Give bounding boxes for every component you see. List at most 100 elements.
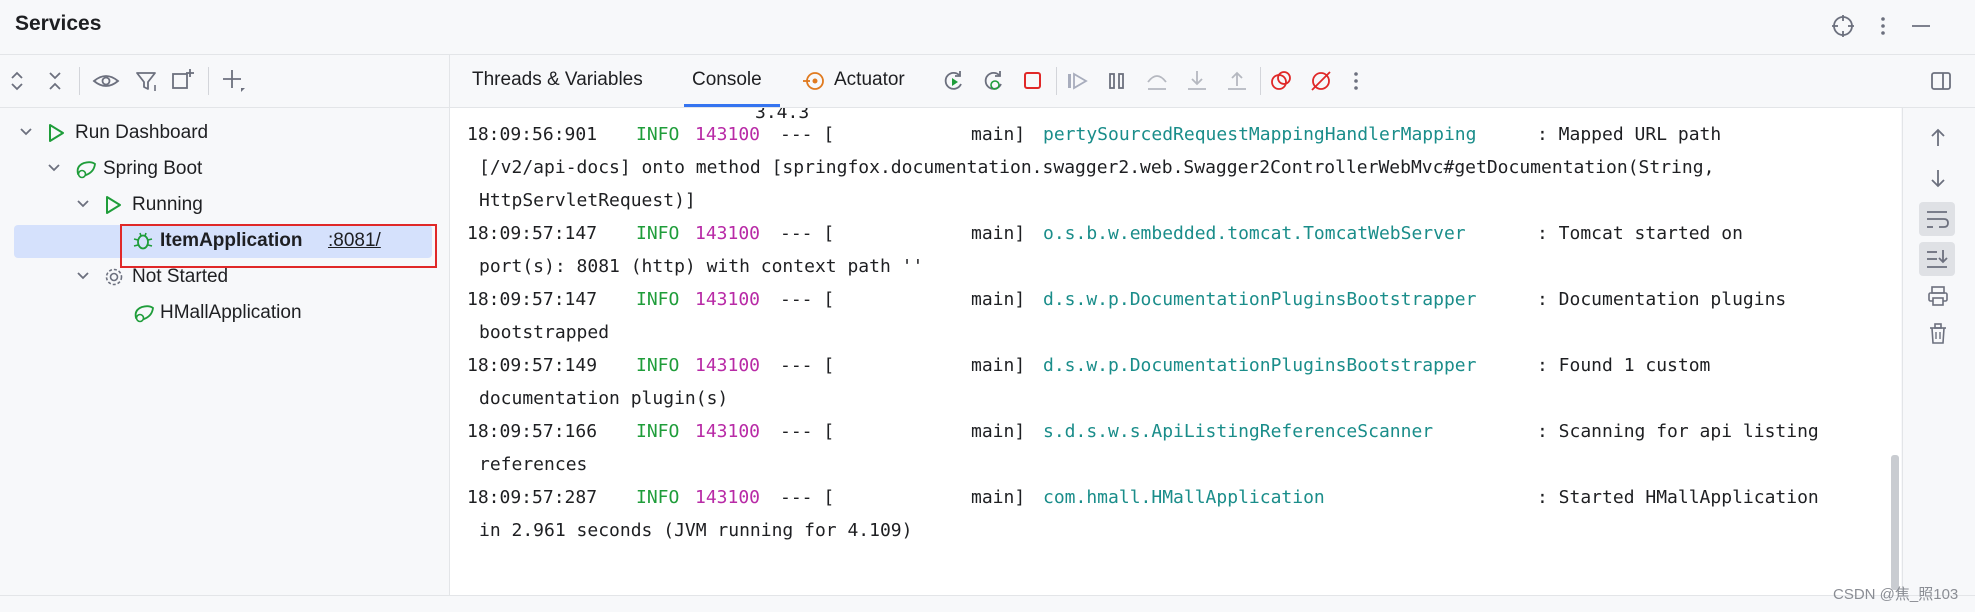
log-message: : Tomcat started on [1537, 223, 1743, 244]
tab-threads-variables[interactable]: Threads & Variables [472, 69, 643, 91]
console-scrollbar[interactable] [1891, 455, 1899, 590]
log-pid: 143100 [695, 355, 761, 376]
step-out-icon[interactable] [1224, 68, 1250, 94]
log-message: : Started HMallApplication [1537, 487, 1819, 508]
log-separator: --- [ [780, 487, 835, 508]
tree-label: Not Started [132, 266, 229, 287]
resume-icon[interactable] [1064, 68, 1092, 94]
log-level: INFO [636, 355, 680, 376]
console-line-continuation: in 2.961 seconds (JVM running for 4.109) [479, 520, 913, 541]
log-thread: main] [971, 421, 1026, 442]
log-message: : Documentation plugins [1537, 289, 1787, 310]
console-line-continuation: [/v2/api-docs] onto method [springfox.do… [479, 157, 1715, 178]
log-level: INFO [636, 487, 680, 508]
active-tab-indicator [684, 104, 780, 107]
run-icon [103, 194, 123, 216]
tree-toolbar [0, 55, 449, 108]
scroll-to-end-icon[interactable] [1919, 242, 1955, 276]
console-line-continuation: port(s): 8081 (http) with context path '… [479, 256, 924, 277]
add-icon[interactable] [220, 67, 246, 93]
log-pid: 143100 [695, 289, 761, 310]
log-separator: --- [ [780, 355, 835, 376]
log-message: : Mapped URL path [1537, 124, 1722, 145]
tab-actuator[interactable]: Actuator [834, 69, 905, 91]
log-pid: 143100 [695, 487, 761, 508]
log-thread: main] [971, 124, 1026, 145]
log-thread: main] [971, 355, 1026, 376]
target-icon[interactable] [1830, 13, 1856, 39]
more-vertical-icon[interactable] [1346, 68, 1366, 94]
chevron-down-icon[interactable] [46, 160, 62, 176]
tree-label: Run Dashboard [75, 122, 209, 143]
watermark: CSDN @焦_照103 [1833, 586, 1959, 603]
eye-icon[interactable] [92, 69, 120, 93]
highlight-annotation-box [120, 224, 437, 268]
console-line-continuation: bootstrapped [479, 322, 610, 343]
step-into-icon[interactable] [1184, 68, 1210, 94]
chevron-down-icon[interactable] [75, 268, 91, 284]
view-breakpoints-icon[interactable] [1268, 68, 1294, 94]
trash-icon[interactable] [1926, 322, 1950, 346]
mute-breakpoints-icon[interactable] [1308, 68, 1334, 94]
tree-node-hmall-application[interactable]: HMallApplication [0, 296, 449, 330]
log-level: INFO [636, 124, 680, 145]
log-level: INFO [636, 289, 680, 310]
chevron-down-icon[interactable] [18, 124, 34, 140]
more-vertical-icon[interactable] [1870, 13, 1896, 39]
log-logger: d.s.w.p.DocumentationPluginsBootstrapper [1043, 355, 1477, 376]
log-separator: --- [ [780, 421, 835, 442]
chevron-down-icon[interactable] [75, 196, 91, 212]
log-pid: 143100 [695, 223, 761, 244]
soft-wrap-icon[interactable] [1919, 202, 1955, 236]
console-line-continuation: references [479, 454, 588, 475]
console-side-toolbar [1902, 108, 1975, 595]
log-pid: 143100 [695, 124, 761, 145]
title-bar: Services [0, 0, 1975, 55]
arrow-up-icon[interactable] [1926, 126, 1950, 150]
step-over-icon[interactable] [1144, 68, 1170, 94]
new-group-icon[interactable] [170, 67, 196, 93]
log-timestamp: 18:09:57:287 [467, 487, 598, 508]
tree-label: Spring Boot [103, 158, 203, 179]
log-level: INFO [636, 223, 680, 244]
run-icon [46, 122, 66, 144]
status-bar [0, 595, 1975, 612]
spring-boot-icon [132, 302, 156, 324]
log-timestamp: 18:09:56:901 [467, 124, 598, 145]
console-output[interactable]: 3.4.3 18:09:56:901 INFO 143100 --- [main] pe… [450, 108, 1901, 595]
log-timestamp: 18:09:57:147 [467, 289, 598, 310]
log-logger: o.s.b.w.embedded.tomcat.TomcatWebServer [1043, 223, 1466, 244]
log-timestamp: 18:09:57:147 [467, 223, 598, 244]
log-separator: --- [ [780, 223, 835, 244]
log-logger: com.hmall.HMallApplication [1043, 487, 1325, 508]
spring-boot-icon [74, 158, 98, 180]
console-line-continuation: documentation plugin(s) [479, 388, 729, 409]
pause-icon[interactable] [1104, 68, 1130, 94]
filter-icon[interactable] [134, 69, 160, 93]
tree-label: HMallApplication [160, 302, 302, 323]
tree-label: Running [132, 194, 203, 215]
gear-icon [103, 266, 125, 288]
tree-node-running[interactable]: Running [0, 188, 449, 222]
log-message: : Found 1 custom [1537, 355, 1711, 376]
rerun-icon[interactable] [940, 68, 966, 94]
minimize-icon[interactable] [1908, 13, 1934, 39]
rerun-debug-icon[interactable] [980, 68, 1006, 94]
tree-node-spring-boot[interactable]: Spring Boot [0, 152, 449, 186]
log-level: INFO [636, 421, 680, 442]
log-thread: main] [971, 289, 1026, 310]
expand-all-icon[interactable] [6, 69, 28, 93]
layout-icon[interactable] [1928, 68, 1954, 94]
stop-icon[interactable] [1020, 68, 1046, 94]
log-logger: s.d.s.w.s.ApiListingReferenceScanner [1043, 421, 1434, 442]
console-toolbar: Threads & Variables Console Actuator [450, 55, 1975, 108]
tree-node-run-dashboard[interactable]: Run Dashboard [0, 116, 449, 150]
print-icon[interactable] [1926, 284, 1950, 308]
log-logger: d.s.w.p.DocumentationPluginsBootstrapper [1043, 289, 1477, 310]
collapse-all-icon[interactable] [44, 69, 66, 93]
log-timestamp: 18:09:57:149 [467, 355, 598, 376]
log-message: : Scanning for api listing [1537, 421, 1819, 442]
tab-console[interactable]: Console [692, 69, 762, 91]
arrow-down-icon[interactable] [1926, 166, 1950, 190]
services-tree-panel: Run Dashboard Spring Boot Running ItemAp… [0, 55, 450, 595]
